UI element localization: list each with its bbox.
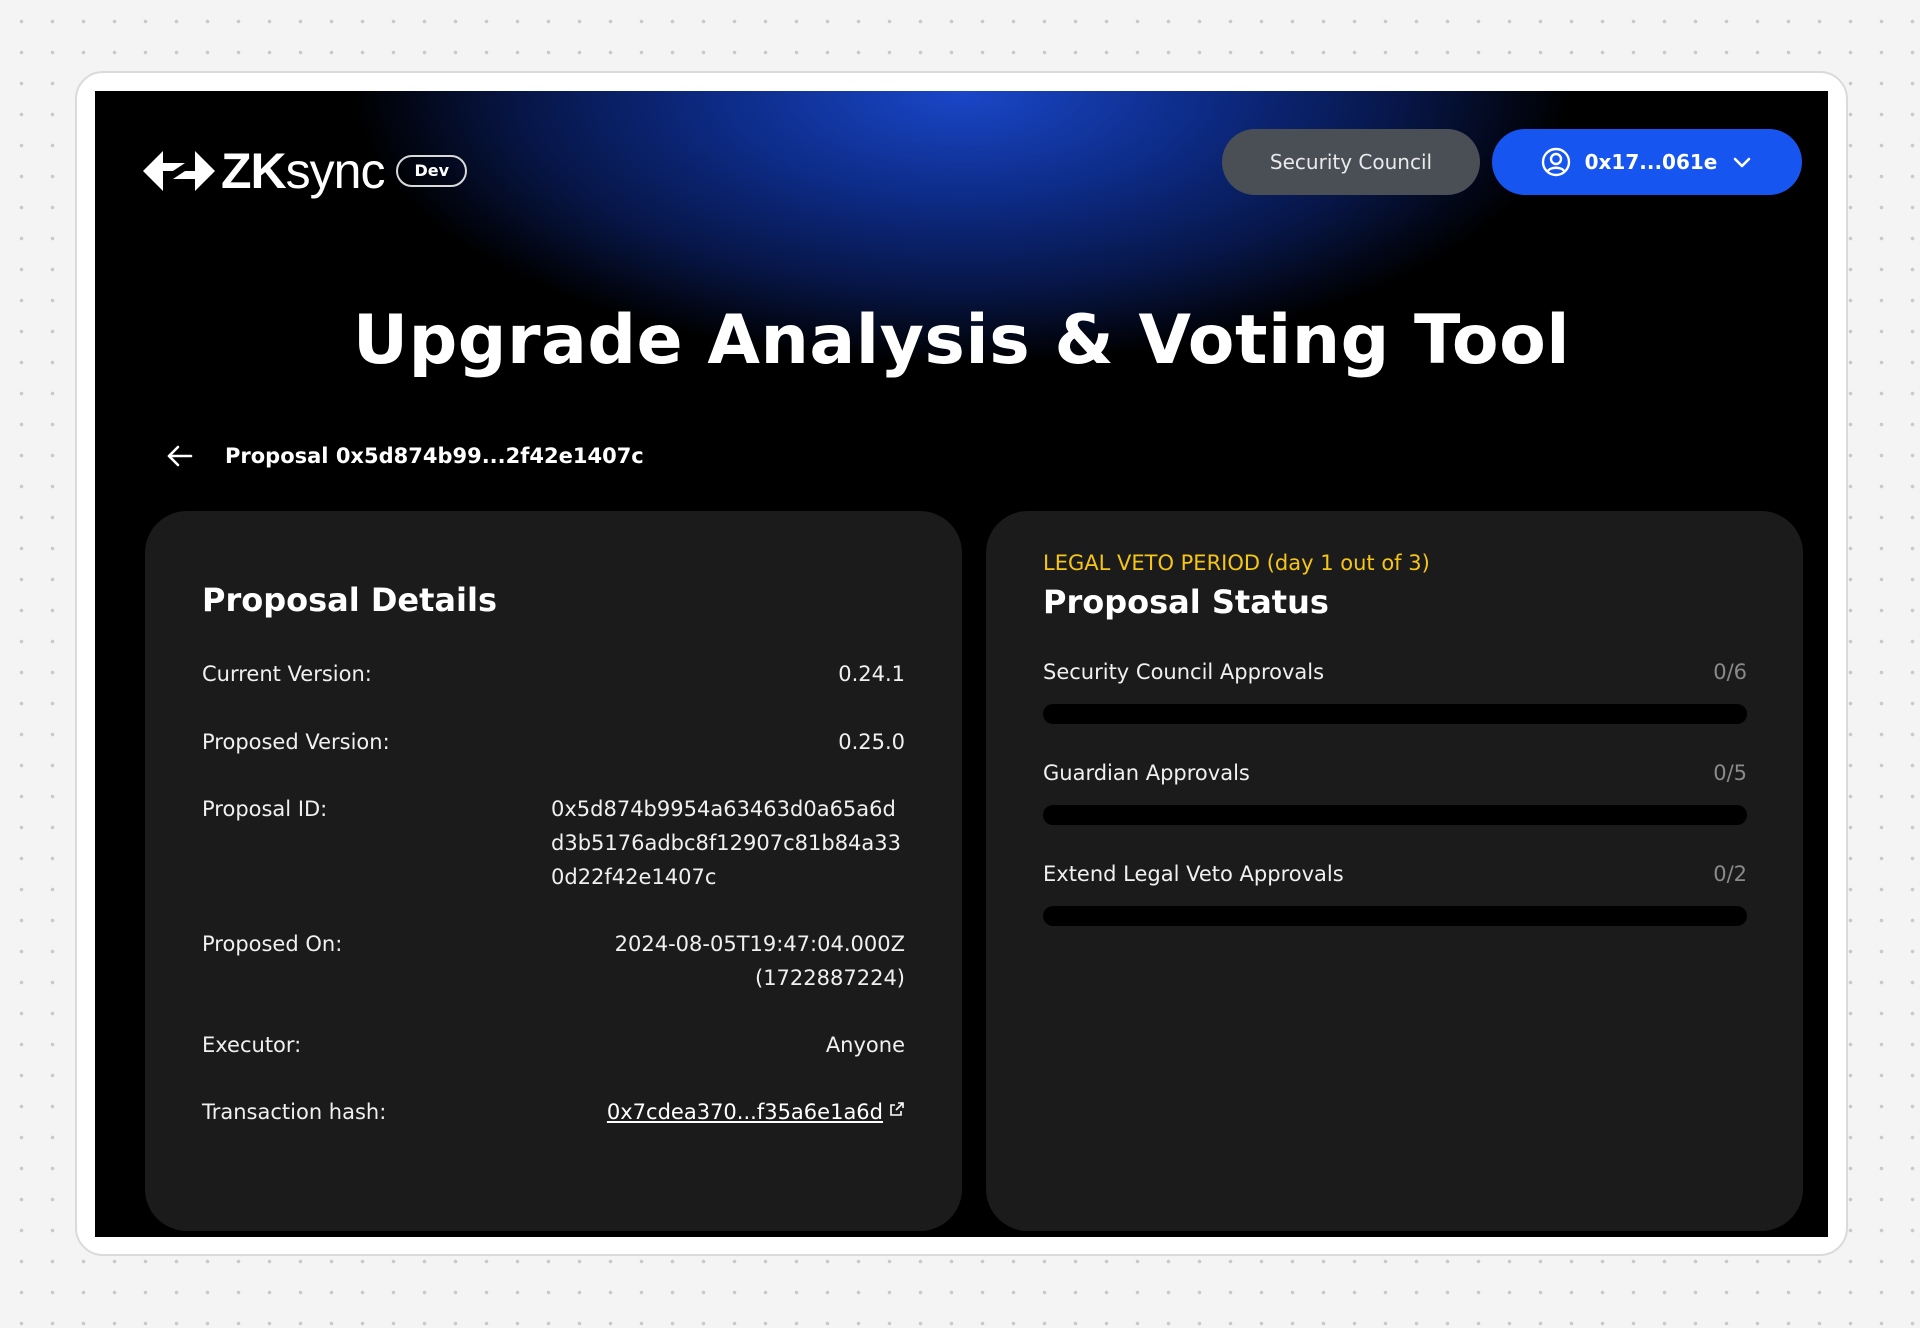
detail-value: 2024-08-05T19:47:04.000Z (1722887224): [615, 927, 905, 995]
proposed-on-date: 2024-08-05T19:47:04.000Z: [614, 932, 905, 956]
veto-period-label: LEGAL VETO PERIOD (day 1 out of 3): [1043, 551, 1430, 575]
detail-value: 0x5d874b9954a63463d0a65a6dd3b5176adbc8f1…: [551, 797, 902, 889]
back-arrow-icon[interactable]: [165, 441, 195, 471]
page-title: Upgrade Analysis & Voting Tool: [352, 301, 1571, 380]
approval-count: 0/6: [1713, 660, 1747, 684]
zksync-logo[interactable]: ZKsync Dev: [143, 139, 468, 203]
chevron-down-icon: [1734, 157, 1751, 168]
breadcrumb: Proposal 0x5d874b99...2f42e1407c: [165, 441, 644, 471]
proposal-status-card: LEGAL VETO PERIOD (day 1 out of 3) Propo…: [986, 511, 1803, 1231]
proposal-crumb: Proposal 0x5d874b99...2f42e1407c: [225, 444, 644, 468]
detail-value: Anyone: [825, 1033, 905, 1057]
detail-row-current-version: Current Version: 0.24.1: [202, 657, 905, 691]
logo-wordmark: ZKsync: [221, 143, 386, 199]
approval-label: Security Council Approvals: [1043, 660, 1325, 684]
proposed-on-timestamp: (1722887224): [755, 966, 905, 990]
approval-count: 0/5: [1713, 761, 1747, 785]
approval-label: Guardian Approvals: [1043, 761, 1250, 785]
detail-row-proposed-version: Proposed Version: 0.25.0: [202, 725, 905, 759]
security-council-button[interactable]: Security Council: [1222, 129, 1480, 195]
detail-label: Executor:: [202, 1033, 302, 1057]
proposal-details-card: Proposal Details Current Version: 0.24.1…: [145, 511, 962, 1231]
detail-row-transaction-hash: Transaction hash: 0x7cdea370...f35a6e1a6…: [202, 1095, 905, 1129]
detail-label: Transaction hash:: [202, 1100, 387, 1124]
detail-value: 0.25.0: [838, 730, 905, 754]
app-window: ZKsync Dev Security Council 0x17...061e …: [95, 91, 1828, 1237]
detail-row-proposed-on: Proposed On: 2024-08-05T19:47:04.000Z (1…: [202, 927, 905, 995]
transaction-hash-text[interactable]: 0x7cdea370...f35a6e1a6d: [607, 1100, 883, 1124]
details-title: Proposal Details: [202, 581, 497, 619]
external-link-icon: [890, 1102, 904, 1116]
logo-sync: sync: [285, 143, 386, 199]
logo-zk: ZK: [221, 143, 287, 199]
approval-security-council: Security Council Approvals 0/6: [1043, 660, 1747, 724]
account-button[interactable]: 0x17...061e: [1492, 129, 1802, 195]
approval-count: 0/2: [1713, 862, 1747, 886]
detail-row-executor: Executor: Anyone: [202, 1028, 905, 1062]
detail-row-proposal-id: Proposal ID: 0x5d874b9954a63463d0a65a6dd…: [202, 792, 905, 894]
transaction-hash-link[interactable]: 0x7cdea370...f35a6e1a6d: [607, 1095, 905, 1129]
approval-progress-bar: [1043, 704, 1747, 724]
user-circle-icon: [1541, 147, 1570, 177]
detail-label: Proposed Version:: [202, 730, 390, 754]
account-address: 0x17...061e: [1584, 150, 1718, 174]
detail-value: 0.24.1: [838, 662, 905, 686]
env-badge: Dev: [396, 155, 468, 187]
detail-label: Current Version:: [202, 662, 372, 686]
detail-label: Proposed On:: [202, 932, 343, 956]
detail-label: Proposal ID:: [202, 797, 328, 821]
approval-progress-bar: [1043, 805, 1747, 825]
status-title: Proposal Status: [1043, 583, 1329, 621]
approval-guardian: Guardian Approvals 0/5: [1043, 761, 1747, 825]
zksync-logo-icon: [143, 151, 215, 191]
approval-progress-bar: [1043, 906, 1747, 926]
approval-label: Extend Legal Veto Approvals: [1043, 862, 1344, 886]
approval-extend-legal-veto: Extend Legal Veto Approvals 0/2: [1043, 862, 1747, 926]
